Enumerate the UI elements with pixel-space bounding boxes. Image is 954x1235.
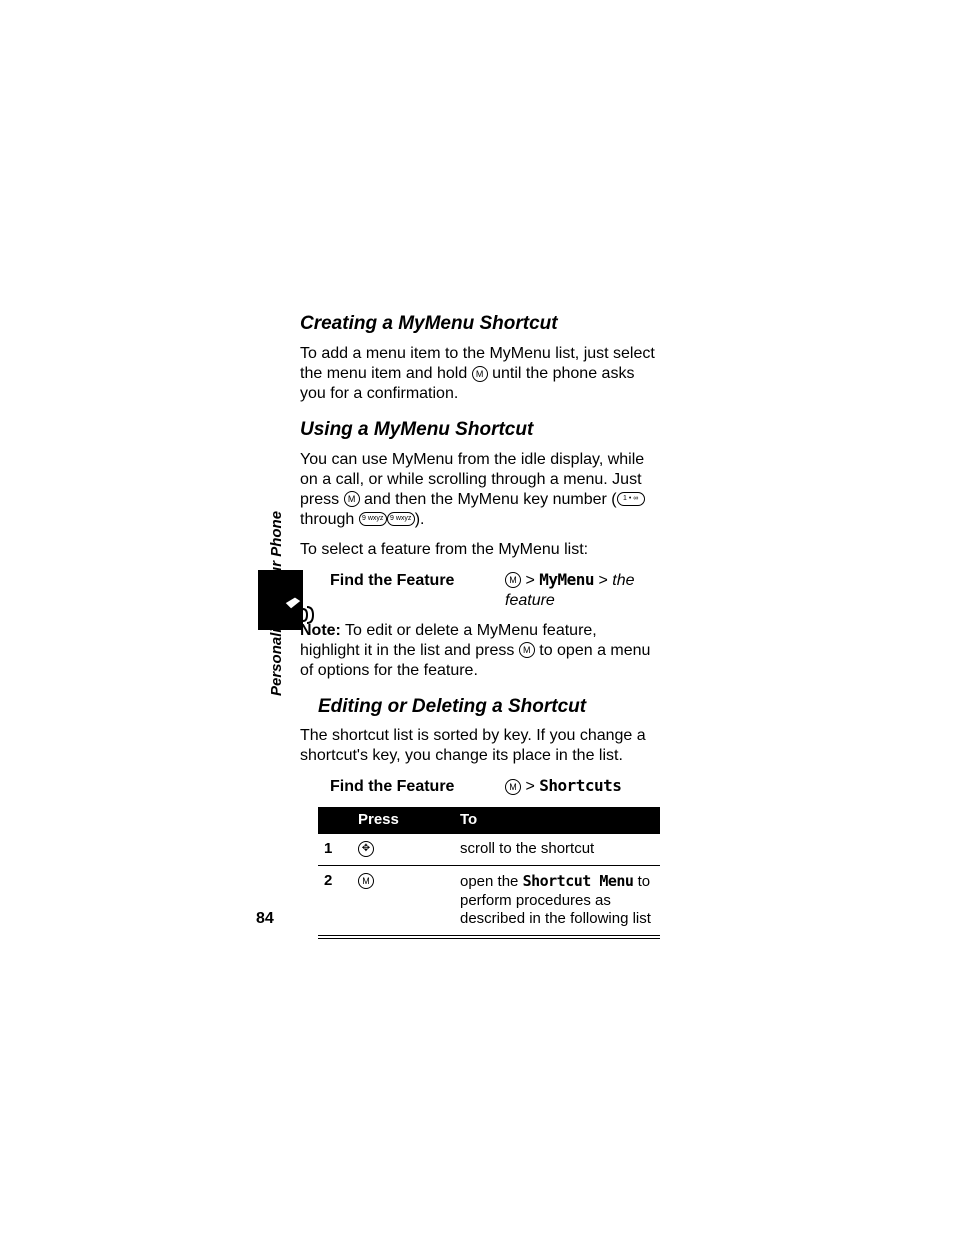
menu-key-icon: M — [344, 491, 360, 507]
menu-key-icon: M — [505, 572, 521, 588]
key-9-icon: 9 wxyz — [387, 512, 415, 526]
find-feature-path: M > MyMenu > the feature — [505, 570, 660, 611]
note-edit-delete: Note: To edit or delete a MyMenu feature… — [300, 621, 660, 681]
procedure-table: Press To 1 ✥ scroll to the shortcut 2 M — [318, 807, 660, 939]
table-head-blank — [318, 807, 352, 834]
table-row: 1 ✥ scroll to the shortcut — [318, 834, 660, 865]
menu-key-icon: M — [472, 366, 488, 382]
find-feature-row-mymenu: Find the Feature M > MyMenu > the featur… — [300, 570, 660, 611]
to-cell: open the Shortcut Menu to perform proced… — [454, 865, 660, 937]
heading-creating: Creating a MyMenu Shortcut — [300, 312, 660, 336]
page-number: 84 — [256, 910, 274, 928]
find-feature-label: Find the Feature — [300, 777, 505, 797]
key-1-icon: 1 • ∞ — [617, 492, 645, 506]
find-feature-label: Find the Feature — [300, 571, 505, 591]
para-using-1: You can use MyMenu from the idle display… — [300, 450, 660, 530]
para-editing: The shortcut list is sorted by key. If y… — [300, 726, 660, 766]
side-caption-text: Personalizing Your Phone — [268, 511, 285, 696]
para-creating: To add a menu item to the MyMenu list, j… — [300, 344, 660, 404]
to-cell: scroll to the shortcut — [454, 834, 660, 865]
heading-using: Using a MyMenu Shortcut — [300, 418, 660, 442]
heading-editing: Editing or Deleting a Shortcut — [318, 695, 660, 719]
menu-key-icon: M — [505, 779, 521, 795]
table-head-to: To — [454, 807, 660, 834]
para-using-2: To select a feature from the MyMenu list… — [300, 540, 660, 560]
menu-key-icon: M — [358, 873, 374, 889]
table-head-press: Press — [352, 807, 454, 834]
nav-key-icon: ✥ — [358, 841, 374, 857]
page-content: Creating a MyMenu Shortcut To add a menu… — [300, 312, 660, 939]
step-number: 1 — [318, 834, 352, 865]
table-row: 2 M open the Shortcut Menu to perform pr… — [318, 865, 660, 937]
key-9-icon: 9 wxyz — [359, 512, 387, 526]
find-feature-path: M > Shortcuts — [505, 776, 660, 797]
step-number: 2 — [318, 865, 352, 937]
table-header-row: Press To — [318, 807, 660, 834]
press-cell: ✥ — [352, 834, 454, 865]
manual-page: Personalizing Your Phone 84 Creating a M… — [0, 0, 954, 1235]
press-cell: M — [352, 865, 454, 937]
menu-key-icon: M — [519, 642, 535, 658]
find-feature-row-shortcuts: Find the Feature M > Shortcuts — [300, 776, 660, 797]
